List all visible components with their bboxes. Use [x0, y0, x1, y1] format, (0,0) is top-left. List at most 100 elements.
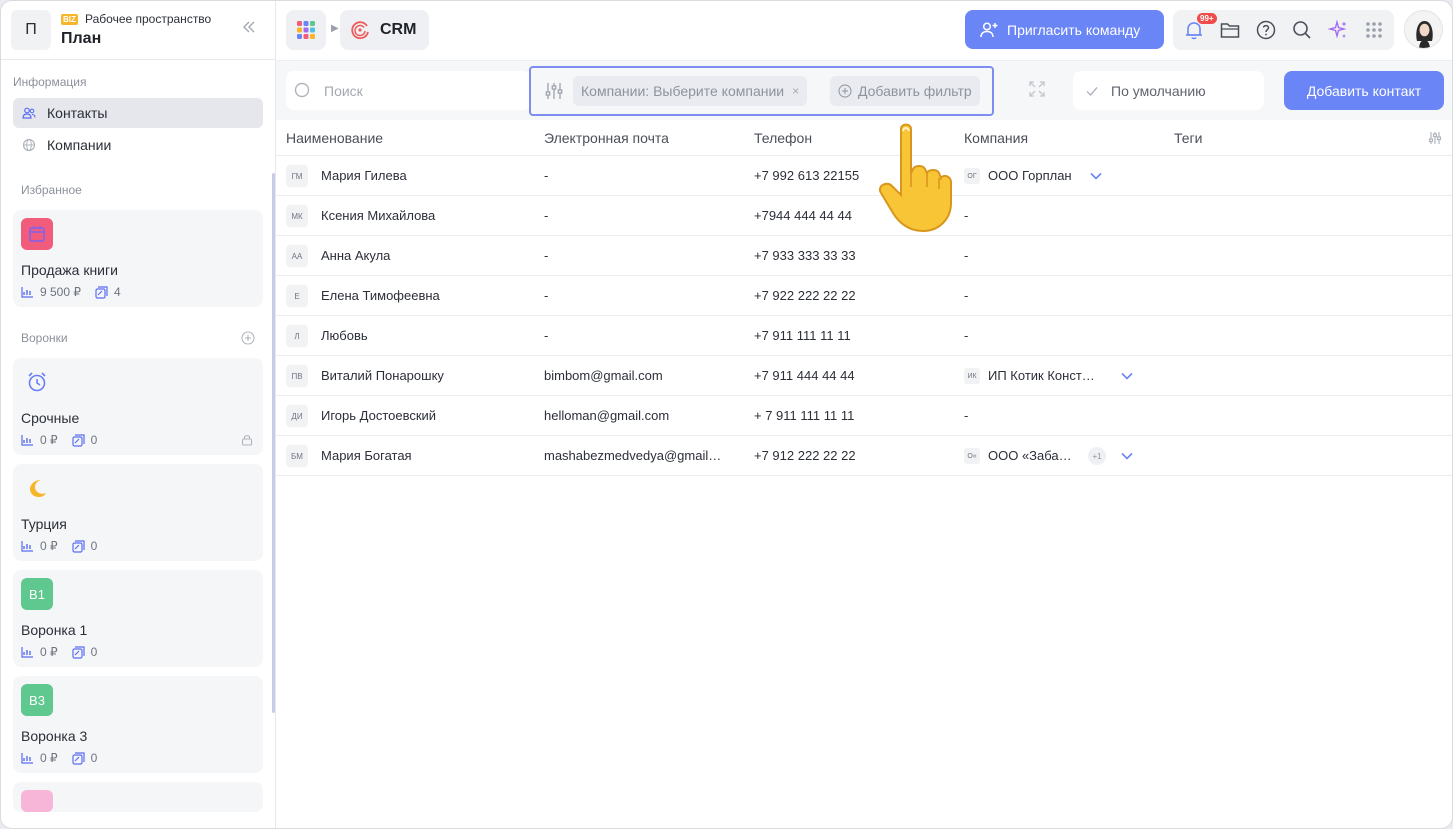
contact-phone: +7 933 333 33 33: [754, 248, 856, 263]
contact-phone: +7 911 111 11 11: [754, 328, 851, 343]
add-user-icon: [980, 21, 998, 37]
contact-email[interactable]: helloman@gmail.com: [544, 408, 669, 423]
add-filter-button[interactable]: Добавить фильтр: [830, 76, 980, 106]
contact-avatar: Л: [286, 325, 308, 347]
search-box[interactable]: [286, 71, 531, 110]
table-row[interactable]: АА Анна Акула - +7 933 333 33 33 -: [276, 236, 1452, 276]
column-header-email[interactable]: Электронная почта: [544, 130, 669, 146]
crescent-moon-icon: [21, 472, 53, 504]
contact-name[interactable]: Игорь Достоевский: [321, 408, 436, 423]
notification-badge: 99+: [1197, 13, 1217, 24]
contact-name[interactable]: Мария Гилева: [321, 168, 407, 183]
pointing-hand-icon: [873, 121, 955, 233]
contact-email: -: [544, 168, 549, 183]
filter-sliders-icon[interactable]: [544, 81, 564, 104]
contact-avatar: МК: [286, 205, 308, 227]
contact-email: -: [544, 208, 549, 223]
chart-icon: [21, 647, 33, 658]
contact-name[interactable]: Елена Тимофеевна: [321, 288, 440, 303]
table-row[interactable]: ДИ Игорь Достоевский helloman@gmail.com …: [276, 396, 1452, 436]
view-selector[interactable]: По умолчанию: [1073, 71, 1264, 110]
search-icon[interactable]: [1291, 19, 1313, 41]
card-count: 0: [90, 751, 98, 765]
apps-grid-button[interactable]: [286, 10, 326, 50]
contact-company: -: [964, 408, 969, 423]
column-settings-icon[interactable]: [1427, 130, 1443, 149]
workspace-header[interactable]: П BIZ Рабочее пространство План: [1, 1, 275, 60]
company-filter-chip[interactable]: Компании: Выберите компании ×: [573, 76, 808, 106]
contact-phone: +7 911 444 44 44: [754, 368, 855, 383]
table-header: Наименование Электронная почта Телефон К…: [276, 120, 1452, 156]
help-icon[interactable]: [1255, 19, 1277, 41]
lock-icon: [241, 433, 253, 449]
funnel-card[interactable]: Турция 0 ₽ 0: [13, 464, 263, 561]
contact-company[interactable]: ООО Горплан: [988, 168, 1072, 183]
expand-icon[interactable]: [1028, 80, 1046, 101]
chart-icon: [21, 753, 33, 764]
contact-email[interactable]: bimbom@gmail.com: [544, 368, 663, 383]
table-row[interactable]: ПВ Виталий Понарошку bimbom@gmail.com +7…: [276, 356, 1452, 396]
contact-name[interactable]: Виталий Понарошку: [321, 368, 444, 383]
collapse-sidebar-icon[interactable]: [239, 19, 259, 39]
folder-icon[interactable]: [1219, 19, 1241, 41]
workspace-title[interactable]: План: [61, 30, 101, 48]
ai-sparkles-icon[interactable]: [1327, 19, 1349, 41]
table-row[interactable]: ГМ Мария Гилева - +7 992 613 22155 ОГ ОО…: [276, 156, 1452, 196]
card-stats: 0 ₽ 0: [21, 751, 111, 765]
user-avatar[interactable]: [1404, 10, 1443, 49]
card-name: Турция: [21, 516, 67, 532]
sidebar-item-contacts[interactable]: Контакты: [13, 98, 263, 128]
contact-avatar: Е: [286, 285, 308, 307]
funnel-card[interactable]: [13, 782, 263, 812]
more-companies-badge[interactable]: +1: [1088, 447, 1106, 465]
contact-name[interactable]: Мария Богатая: [321, 448, 412, 463]
workspace-avatar[interactable]: П: [11, 10, 51, 50]
contact-company: -: [964, 328, 969, 343]
card-stats: 0 ₽ 0: [21, 645, 111, 659]
sidebar-item-companies[interactable]: Компании: [13, 130, 263, 160]
chevron-down-icon[interactable]: [1119, 448, 1135, 467]
contact-name[interactable]: Анна Акула: [321, 248, 390, 263]
card-count: 0: [90, 539, 98, 553]
chevron-down-icon[interactable]: [1088, 168, 1104, 187]
crm-app-tab[interactable]: CRM: [340, 10, 429, 50]
search-input[interactable]: [324, 82, 504, 99]
crm-logo-icon: [351, 21, 369, 40]
contact-company[interactable]: ИП Котик Конст…: [988, 368, 1095, 383]
invite-team-button[interactable]: Пригласить команду: [965, 10, 1164, 49]
table-row[interactable]: МК Ксения Михайлова - +7944 444 44 44 -: [276, 196, 1452, 236]
contact-company: -: [964, 208, 969, 223]
filter-bar[interactable]: Компании: Выберите компании × Добавить ф…: [529, 66, 994, 116]
remove-filter-icon[interactable]: ×: [792, 84, 799, 98]
contact-phone: +7 912 222 22 22: [754, 448, 856, 463]
invite-label: Пригласить команду: [1007, 21, 1141, 38]
filter-chip-label: Компании: Выберите компании: [581, 83, 785, 99]
contact-name[interactable]: Любовь: [321, 328, 368, 343]
favorite-card[interactable]: Продажа книги 9 500 ₽ 4: [13, 210, 263, 307]
more-apps-icon[interactable]: [1363, 19, 1385, 41]
column-header-tags[interactable]: Теги: [1174, 130, 1202, 146]
contact-phone: +7944 444 44 44: [754, 208, 852, 223]
column-header-phone[interactable]: Телефон: [754, 130, 812, 146]
card-amount: 0 ₽: [40, 539, 58, 553]
contact-company[interactable]: ООО «Заба…: [988, 448, 1072, 463]
column-header-name[interactable]: Наименование: [286, 130, 383, 146]
sidebar-scrollbar[interactable]: [272, 173, 275, 713]
table-row[interactable]: БМ Мария Богатая mashabezmedvedya@gmail……: [276, 436, 1452, 476]
table-row[interactable]: Е Елена Тимофеевна - +7 922 222 22 22 -: [276, 276, 1452, 316]
globe-icon: [21, 137, 37, 153]
column-header-company[interactable]: Компания: [964, 130, 1028, 146]
add-contact-button[interactable]: Добавить контакт: [1284, 71, 1444, 110]
funnel-card[interactable]: В1 Воронка 1 0 ₽ 0: [13, 570, 263, 667]
funnel-card[interactable]: В3 Воронка 3 0 ₽ 0: [13, 676, 263, 773]
contact-email[interactable]: mashabezmedvedya@gmail…: [544, 448, 721, 463]
table-row[interactable]: Л Любовь - +7 911 111 11 11 -: [276, 316, 1452, 356]
apps-grid-icon: [297, 21, 315, 39]
add-funnel-icon[interactable]: [241, 331, 255, 348]
section-label-info: Информация: [13, 75, 87, 89]
contact-name[interactable]: Ксения Михайлова: [321, 208, 435, 223]
contacts-table: Наименование Электронная почта Телефон К…: [276, 120, 1452, 476]
chevron-down-icon[interactable]: [1119, 368, 1135, 387]
deals-icon: [72, 645, 85, 659]
funnel-card[interactable]: Срочные 0 ₽ 0: [13, 358, 263, 455]
